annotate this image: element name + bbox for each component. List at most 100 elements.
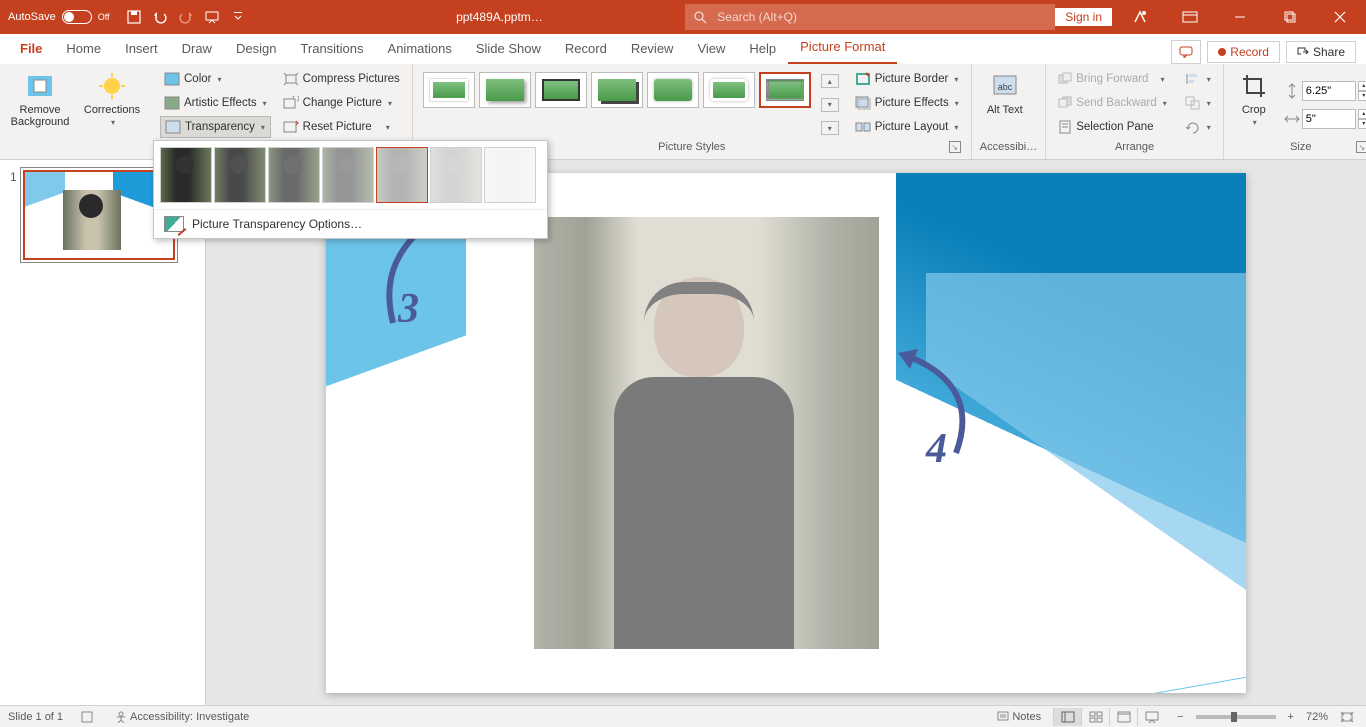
status-accessibility[interactable]: Accessibility: Investigate <box>111 711 253 723</box>
slide-edit-area[interactable]: 3 4 <box>206 160 1366 705</box>
transparency-preset-80[interactable] <box>430 147 482 203</box>
alt-text-button[interactable]: abc Alt Text <box>980 68 1030 141</box>
width-field[interactable]: ▴▾ <box>1284 109 1366 129</box>
rotate-button[interactable]: ▾ <box>1181 116 1215 138</box>
record-button[interactable]: Record <box>1207 41 1280 63</box>
selection-pane-button[interactable]: Selection Pane <box>1054 116 1171 138</box>
undo-icon[interactable] <box>150 7 170 27</box>
remove-background-icon <box>24 70 56 102</box>
picture-style-6[interactable] <box>703 72 755 108</box>
picture-style-1[interactable] <box>423 72 475 108</box>
styles-gallery-scroll[interactable]: ▴▾▾ <box>821 68 839 141</box>
transparency-button[interactable]: Transparency▾ <box>160 116 271 138</box>
minimize-icon[interactable] <box>1218 3 1262 31</box>
titlebar-right: Sign in <box>1055 3 1366 31</box>
tab-home[interactable]: Home <box>54 35 113 64</box>
view-buttons <box>1053 708 1165 726</box>
zoom-level[interactable]: 72% <box>1306 711 1328 723</box>
width-input[interactable] <box>1302 109 1356 129</box>
autosave-state: Off <box>98 12 110 22</box>
transparency-preset-30[interactable] <box>268 147 320 203</box>
picture-style-3[interactable] <box>535 72 587 108</box>
save-icon[interactable] <box>124 7 144 27</box>
transparency-preset-50[interactable] <box>322 147 374 203</box>
change-picture-icon <box>283 96 299 110</box>
tab-picture-format[interactable]: Picture Format <box>788 33 897 64</box>
zoom-slider[interactable] <box>1196 715 1276 719</box>
autosave-switch-off[interactable] <box>62 10 92 24</box>
view-slideshow-icon[interactable] <box>1137 708 1165 726</box>
tab-help[interactable]: Help <box>737 35 788 64</box>
height-input[interactable] <box>1302 81 1356 101</box>
maximize-icon[interactable] <box>1268 3 1312 31</box>
color-button[interactable]: Color▾ <box>160 68 271 90</box>
tab-review[interactable]: Review <box>619 35 686 64</box>
remove-background-button[interactable]: Remove Background <box>8 68 72 153</box>
compress-pictures-button[interactable]: Compress Pictures <box>279 68 404 90</box>
zoom-in-button[interactable]: + <box>1284 711 1298 723</box>
redo-icon[interactable] <box>176 7 196 27</box>
height-field[interactable]: ▴▾ <box>1284 81 1366 101</box>
tab-view[interactable]: View <box>685 35 737 64</box>
group-button: ▾ <box>1181 92 1215 114</box>
inserted-picture[interactable] <box>534 217 879 649</box>
slide-thumbnail-pane[interactable]: 1 <box>0 160 206 705</box>
picture-style-4[interactable] <box>591 72 643 108</box>
size-dialog-launcher[interactable]: ↘ <box>1356 141 1366 153</box>
status-language-icon[interactable] <box>77 711 97 723</box>
height-spinner[interactable]: ▴▾ <box>1358 81 1366 101</box>
transparency-dropdown: Picture Transparency Options… <box>153 140 548 239</box>
view-normal-icon[interactable] <box>1053 708 1081 726</box>
comments-button[interactable] <box>1171 40 1201 64</box>
signin-button[interactable]: Sign in <box>1055 8 1112 26</box>
corrections-button[interactable]: Corrections▾ <box>80 68 144 153</box>
transparency-preset-0[interactable] <box>160 147 212 203</box>
view-reading-icon[interactable] <box>1109 708 1137 726</box>
tab-slideshow[interactable]: Slide Show <box>464 35 553 64</box>
autosave-toggle[interactable]: AutoSave Off <box>0 10 118 24</box>
present-icon[interactable] <box>202 7 222 27</box>
share-icon <box>1297 46 1309 58</box>
slide-canvas[interactable]: 3 4 <box>326 173 1246 693</box>
qat-more-icon[interactable] <box>228 7 248 27</box>
rotate-icon <box>1185 120 1201 134</box>
tab-file[interactable]: File <box>8 35 54 64</box>
autosave-label: AutoSave <box>8 11 56 23</box>
transparency-options-item[interactable]: Picture Transparency Options… <box>154 209 547 238</box>
ribbon-display-icon[interactable] <box>1168 3 1212 31</box>
transparency-preset-65[interactable] <box>376 147 428 203</box>
notes-button[interactable]: Notes <box>993 711 1045 723</box>
ribbon-tabs: File Home Insert Draw Design Transitions… <box>0 34 1366 64</box>
picture-border-button[interactable]: Picture Border▾ <box>851 68 963 90</box>
picture-style-7[interactable] <box>759 72 811 108</box>
view-sorter-icon[interactable] <box>1081 708 1109 726</box>
styles-dialog-launcher[interactable]: ↘ <box>949 141 961 153</box>
tab-design[interactable]: Design <box>224 35 288 64</box>
fit-to-window-icon[interactable] <box>1336 711 1358 723</box>
reset-picture-button[interactable]: Reset Picture▾ <box>279 116 404 138</box>
coming-soon-icon[interactable] <box>1118 3 1162 31</box>
share-button[interactable]: Share <box>1286 41 1356 63</box>
picture-style-2[interactable] <box>479 72 531 108</box>
search-box[interactable]: Search (Alt+Q) <box>685 4 1055 30</box>
artistic-effects-button[interactable]: Artistic Effects▾ <box>160 92 271 114</box>
tab-record[interactable]: Record <box>553 35 619 64</box>
width-spinner[interactable]: ▴▾ <box>1358 109 1366 129</box>
align-button[interactable]: ▾ <box>1181 68 1215 90</box>
search-icon <box>693 10 707 24</box>
transparency-preset-95[interactable] <box>484 147 536 203</box>
status-slide: Slide 1 of 1 <box>8 711 63 723</box>
picture-style-5[interactable] <box>647 72 699 108</box>
transparency-preset-15[interactable] <box>214 147 266 203</box>
crop-button[interactable]: Crop▾ <box>1232 68 1276 141</box>
slide-thumbnail-1[interactable] <box>23 170 175 260</box>
close-icon[interactable] <box>1318 3 1362 31</box>
tab-insert[interactable]: Insert <box>113 35 170 64</box>
tab-animations[interactable]: Animations <box>376 35 464 64</box>
zoom-out-button[interactable]: − <box>1173 711 1187 723</box>
tab-transitions[interactable]: Transitions <box>288 35 375 64</box>
picture-effects-button[interactable]: Picture Effects▾ <box>851 92 963 114</box>
change-picture-button[interactable]: Change Picture▾ <box>279 92 404 114</box>
tab-draw[interactable]: Draw <box>170 35 224 64</box>
picture-layout-button[interactable]: Picture Layout▾ <box>851 116 963 138</box>
